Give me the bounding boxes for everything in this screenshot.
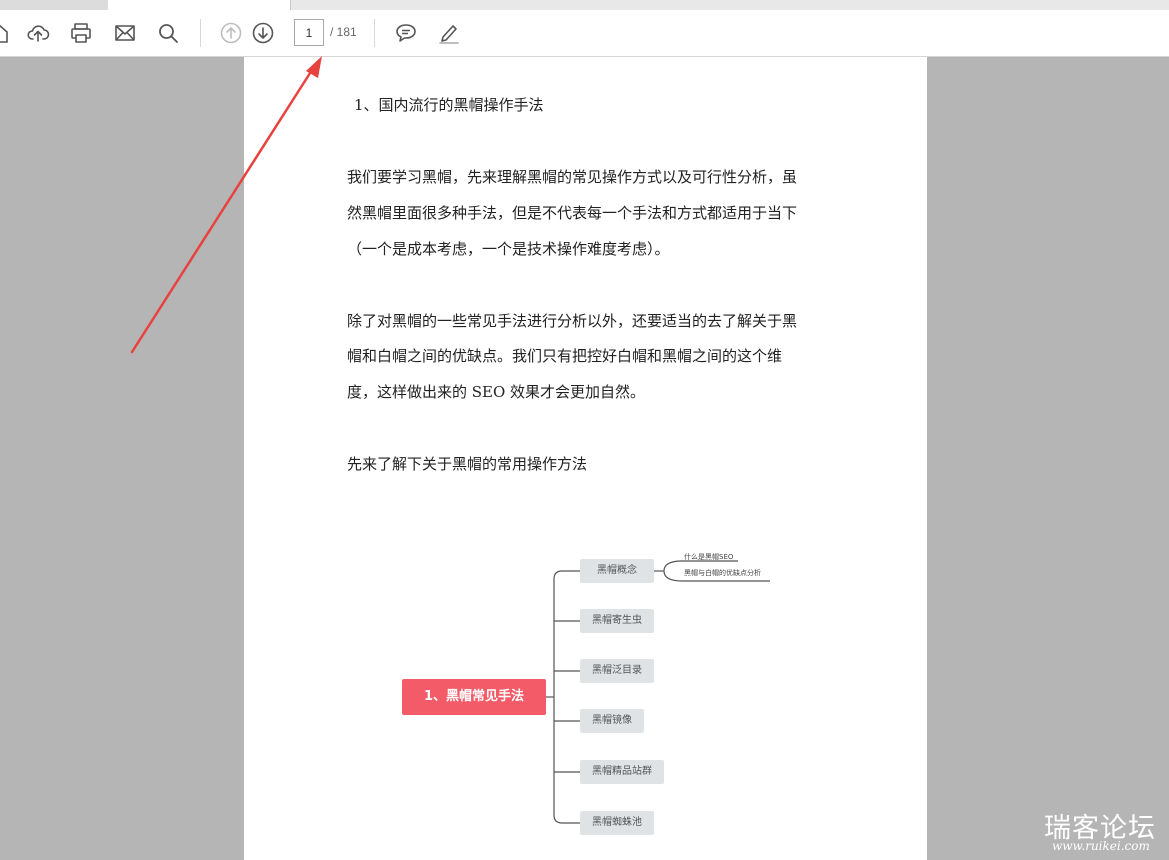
toolbar-separator xyxy=(374,19,375,47)
page-total: / 181 xyxy=(330,25,357,39)
watermark-url: www.ruikei.com xyxy=(1052,839,1150,853)
pdf-page: 1、国内流行的黑帽操作手法 我们要学习黑帽，先来理解黑帽的常见操作方式以及可行性… xyxy=(244,57,927,860)
highlight-pen-icon[interactable] xyxy=(437,21,461,45)
email-icon[interactable] xyxy=(113,21,137,45)
mindmap-branch: 黑帽泛目录 xyxy=(580,659,654,683)
upload-icon[interactable] xyxy=(26,21,50,45)
pdf-toolbar: / 181 xyxy=(0,10,1169,57)
tab-active[interactable] xyxy=(108,0,291,10)
mindmap-leaf: 什么是黑帽SEO xyxy=(684,553,734,561)
toolbar-separator xyxy=(200,19,201,47)
mindmap-leaf: 黑帽与白帽的优缺点分析 xyxy=(684,569,761,577)
mindmap-connectors xyxy=(546,560,770,824)
mindmap-branch: 黑帽精品站群 xyxy=(580,760,664,784)
mindmap-branch: 黑帽镜像 xyxy=(580,709,644,733)
mindmap-branch: 黑帽蜘蛛池 xyxy=(580,811,654,835)
home-icon[interactable] xyxy=(0,21,10,45)
page-number-input[interactable] xyxy=(294,19,324,46)
comment-icon[interactable] xyxy=(394,21,418,45)
print-icon[interactable] xyxy=(69,21,93,45)
tab-left[interactable] xyxy=(0,0,109,10)
page-up-icon[interactable] xyxy=(219,21,243,45)
mindmap-branch: 黑帽概念 xyxy=(580,559,654,583)
mindmap-branch: 黑帽寄生虫 xyxy=(580,609,654,633)
search-icon[interactable] xyxy=(156,21,180,45)
mindmap-root: 1、黑帽常见手法 xyxy=(402,679,546,715)
page-down-icon[interactable] xyxy=(251,21,275,45)
